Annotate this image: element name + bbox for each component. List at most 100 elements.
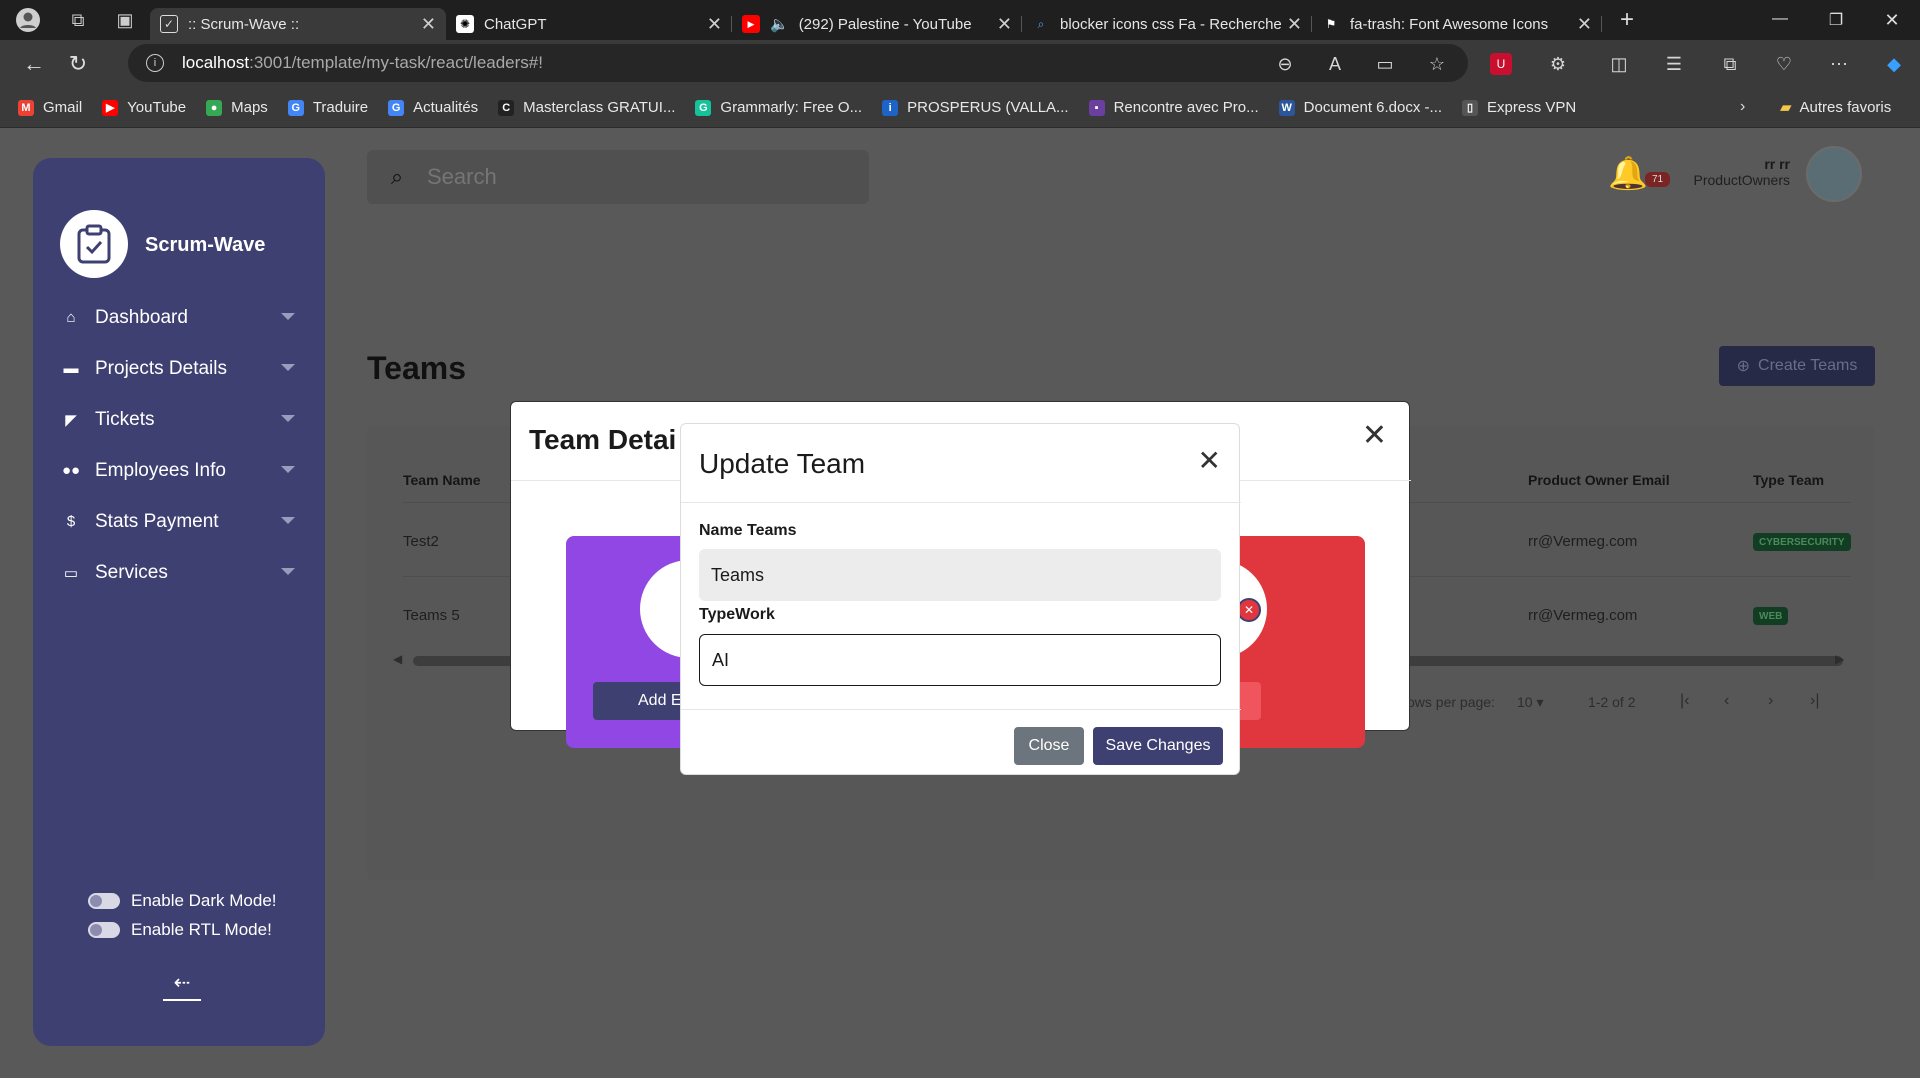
scroll-left-icon[interactable]: ◀ xyxy=(393,652,402,666)
rtl-mode-toggle[interactable]: Enable RTL Mode! xyxy=(88,920,272,940)
bookmark-item[interactable]: M Gmail xyxy=(18,99,82,116)
zoom-icon[interactable]: ⊖ xyxy=(1271,50,1299,78)
rows-per-page-select[interactable]: 10 ▾ xyxy=(1517,694,1544,711)
dark-mode-toggle[interactable]: Enable Dark Mode! xyxy=(88,891,277,911)
prev-page-icon[interactable]: ‹ xyxy=(1724,692,1729,710)
close-icon[interactable]: ✕ xyxy=(1362,418,1387,453)
rtl-mode-switch[interactable] xyxy=(88,922,120,938)
close-icon[interactable]: ✕ xyxy=(1198,444,1221,477)
chevron-right-icon[interactable]: › xyxy=(1740,98,1745,116)
other-favorites[interactable]: ▰ Autres favoris xyxy=(1780,98,1891,117)
close-tab-icon[interactable]: ✕ xyxy=(997,14,1012,35)
folder-icon: ▰ xyxy=(1780,99,1792,116)
mcafee-icon[interactable]: U xyxy=(1490,53,1512,75)
clipboard-check-icon[interactable] xyxy=(60,210,128,278)
search-icon[interactable]: ⌕ xyxy=(367,164,427,190)
bookmark-label: Actualités xyxy=(413,99,479,116)
bookmark-favicon-icon: G xyxy=(388,99,405,116)
new-tab-button[interactable]: + xyxy=(1602,6,1652,34)
close-tab-icon[interactable]: ✕ xyxy=(421,14,436,35)
sidebar-item-stats-payment[interactable]: $ Stats Payment xyxy=(33,496,325,547)
workspaces-icon[interactable]: ⧉ xyxy=(56,10,100,31)
name-teams-label: Name Teams xyxy=(699,522,797,539)
clipboard-icon: ✓ xyxy=(160,15,178,33)
close-window-icon[interactable]: ✕ xyxy=(1864,10,1920,31)
search-bar: ⌕ xyxy=(367,150,869,204)
immersive-reader-icon[interactable]: ▭ xyxy=(1371,50,1399,78)
bookmark-item[interactable]: G Grammarly: Free O... xyxy=(695,99,862,116)
collections-icon[interactable]: ⧉ xyxy=(1716,50,1744,78)
refresh-icon[interactable]: ↻ xyxy=(56,42,100,86)
close-tab-icon[interactable]: ✕ xyxy=(1287,14,1302,35)
sidebar-item-services[interactable]: ▭ Services xyxy=(33,547,325,598)
bookmark-item[interactable]: W Document 6.docx -... xyxy=(1278,99,1443,116)
sidebar-item-projects-details[interactable]: ▬ Projects Details xyxy=(33,343,325,394)
bookmark-label: Grammarly: Free O... xyxy=(720,99,863,116)
bookmark-item[interactable]: ▪ Rencontre avec Pro... xyxy=(1088,99,1259,116)
bookmark-label: Masterclass GRATUI... xyxy=(523,99,676,116)
bookmark-item[interactable]: G Actualités xyxy=(388,99,478,116)
bookmark-item[interactable]: G Traduire xyxy=(287,99,368,116)
collapse-sidebar-icon[interactable]: ⇠ xyxy=(163,970,201,1001)
bookmark-label: Express VPN xyxy=(1487,99,1577,116)
bookmark-label: Gmail xyxy=(43,99,83,116)
last-page-icon[interactable]: ›| xyxy=(1810,692,1819,710)
tab-actions-icon[interactable]: ▣ xyxy=(100,10,150,31)
bookmark-item[interactable]: ● Maps xyxy=(206,99,268,116)
bookmark-item[interactable]: i PROSPERUS (VALLA... xyxy=(882,99,1069,116)
bookmark-label: Rencontre avec Pro... xyxy=(1113,99,1259,116)
info-icon[interactable]: i xyxy=(146,54,164,72)
avatar[interactable] xyxy=(1806,146,1862,202)
search-icon: ⌕ xyxy=(1037,16,1045,31)
save-changes-button[interactable]: Save Changes xyxy=(1093,727,1223,765)
name-teams-input[interactable] xyxy=(699,549,1221,601)
favorite-star-icon[interactable]: ☆ xyxy=(1423,50,1451,78)
tab-font-awesome[interactable]: ⚑ fa-trash: Font Awesome Icons ✕ xyxy=(1312,8,1602,40)
column-header-product-owner-email[interactable]: Product Owner Email xyxy=(1528,472,1670,488)
search-input[interactable] xyxy=(427,164,827,190)
monitor-icon: ▭ xyxy=(63,564,79,582)
tab-youtube[interactable]: ▶ 🔈 (292) Palestine - YouTube ✕ xyxy=(732,8,1022,40)
close-button[interactable]: Close xyxy=(1014,727,1084,765)
read-aloud-icon[interactable]: A xyxy=(1321,50,1349,78)
tab-chatgpt[interactable]: ✺ ChatGPT ✕ xyxy=(446,8,732,40)
speaker-icon[interactable]: 🔈 xyxy=(770,15,789,33)
scroll-right-icon[interactable]: ▶ xyxy=(1835,652,1844,666)
first-page-icon[interactable]: |‹ xyxy=(1680,692,1689,710)
bookmark-item[interactable]: ▯ Express VPN xyxy=(1462,99,1576,116)
profile-icon[interactable] xyxy=(0,7,56,33)
split-screen-icon[interactable]: ◫ xyxy=(1605,50,1633,78)
column-header-team-name[interactable]: Team Name xyxy=(403,472,481,488)
rows-per-page-label: ows per page: xyxy=(1407,694,1495,710)
tab-bing-search[interactable]: ⌕ blocker icons css Fa - Recherche ✕ xyxy=(1022,8,1312,40)
close-tab-icon[interactable]: ✕ xyxy=(1577,14,1592,35)
bell-icon[interactable]: 🔔 xyxy=(1608,154,1648,192)
sidebar-item-dashboard[interactable]: ⌂ Dashboard xyxy=(33,292,325,343)
bookmark-favicon-icon: C xyxy=(498,99,515,116)
create-teams-button[interactable]: ⊕ Create Teams xyxy=(1719,346,1875,386)
bookmark-favicon-icon: ▪ xyxy=(1088,99,1105,116)
health-icon[interactable]: ♡ xyxy=(1770,50,1798,78)
restore-icon[interactable]: ❐ xyxy=(1808,10,1864,31)
more-icon[interactable]: ⋯ xyxy=(1825,50,1853,78)
bookmark-favicon-icon: ▶ xyxy=(102,99,119,116)
bookmark-label: Document 6.docx -... xyxy=(1303,99,1443,116)
close-tab-icon[interactable]: ✕ xyxy=(707,14,722,35)
pagination-range: 1-2 of 2 xyxy=(1588,694,1636,710)
favorites-icon[interactable]: ☰ xyxy=(1660,50,1688,78)
copilot-icon[interactable]: ◆ xyxy=(1880,50,1908,78)
minimize-icon[interactable]: — xyxy=(1752,10,1808,31)
typework-input[interactable] xyxy=(699,634,1221,686)
sidebar-item-tickets[interactable]: ◤ Tickets xyxy=(33,394,325,445)
sidebar-item-employees-info[interactable]: ●● Employees Info xyxy=(33,445,325,496)
bookmark-item[interactable]: ▶ YouTube xyxy=(102,99,186,116)
extensions-icon[interactable]: ⚙ xyxy=(1544,50,1572,78)
sidebar-menu: ⌂ Dashboard ▬ Projects Details ◤ Tickets ●●… xyxy=(33,292,325,598)
tab-scrum-wave[interactable]: ✓ :: Scrum-Wave :: ✕ xyxy=(150,8,446,40)
back-icon[interactable]: ← xyxy=(12,42,56,86)
column-header-type-team[interactable]: Type Team xyxy=(1753,472,1824,488)
url-field[interactable]: i localhost:3001/template/my-task/react/… xyxy=(128,44,1468,82)
bookmark-item[interactable]: C Masterclass GRATUI... xyxy=(498,99,675,116)
dark-mode-switch[interactable] xyxy=(88,893,120,909)
next-page-icon[interactable]: › xyxy=(1768,692,1773,710)
